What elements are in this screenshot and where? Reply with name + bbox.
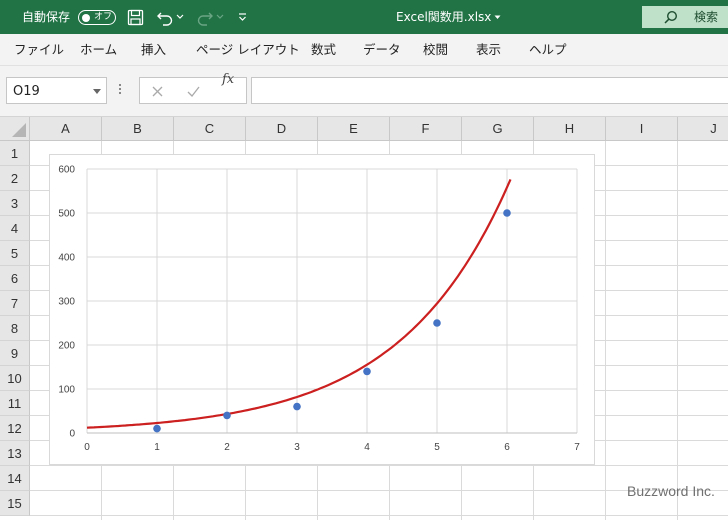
formula-bar: O19 fx <box>0 66 728 117</box>
x-tick-label: 2 <box>224 442 230 453</box>
x-tick-label: 5 <box>434 442 440 453</box>
x-tick-label: 4 <box>364 442 370 453</box>
row-header-7[interactable]: 7 <box>0 291 30 316</box>
row-header-3[interactable]: 3 <box>0 191 30 216</box>
enter-check-icon[interactable] <box>187 86 200 97</box>
data-point <box>223 411 231 420</box>
row-header-2[interactable]: 2 <box>0 166 30 191</box>
cancel-icon[interactable] <box>152 86 163 97</box>
customize-toolbar-icon[interactable] <box>238 12 247 22</box>
drag-handle-icon[interactable] <box>119 84 122 96</box>
y-tick-label: 100 <box>58 385 75 396</box>
data-point <box>153 424 161 433</box>
tab-review[interactable]: 校閲 <box>423 34 448 66</box>
tab-page-layout[interactable]: ページ レイアウト <box>196 34 300 66</box>
tab-insert[interactable]: 挿入 <box>141 34 166 66</box>
scatter-chart[interactable]: 0 100 200 300 400 500 600 0 1 2 3 4 5 6 7 <box>49 154 595 465</box>
column-header-i[interactable]: I <box>606 117 678 141</box>
select-all-icon <box>12 123 26 137</box>
title-bar: 自動保存 オフ Excel関数用.xlsx 検索 <box>0 0 728 34</box>
autosave-label: 自動保存 <box>22 10 71 24</box>
y-tick-label: 400 <box>58 253 75 264</box>
trendline <box>86 178 512 429</box>
x-tick-label: 1 <box>154 442 160 453</box>
redo-icon[interactable] <box>196 9 214 26</box>
search-icon <box>664 10 678 24</box>
row-header-8[interactable]: 8 <box>0 316 30 341</box>
tab-formulas[interactable]: 数式 <box>311 34 336 66</box>
toggle-knob <box>82 13 90 22</box>
save-icon[interactable] <box>127 9 144 26</box>
y-tick-label: 500 <box>58 209 75 220</box>
name-box-value: O19 <box>13 84 40 99</box>
row-header-11[interactable]: 11 <box>0 391 30 416</box>
toggle-state-label: オフ <box>94 12 113 22</box>
column-header-b[interactable]: B <box>102 117 174 141</box>
data-point <box>503 209 511 217</box>
column-header-c[interactable]: C <box>174 117 246 141</box>
watermark: Buzzword Inc. <box>627 483 715 499</box>
gridline <box>677 141 678 520</box>
row-header-1[interactable]: 1 <box>0 141 30 166</box>
x-tick-label: 0 <box>84 442 90 453</box>
row-header-4[interactable]: 4 <box>0 216 30 241</box>
row-header-10[interactable]: 10 <box>0 366 30 391</box>
search-box[interactable]: 検索 <box>642 6 728 28</box>
column-header-d[interactable]: D <box>246 117 318 141</box>
undo-dropdown-icon[interactable] <box>176 14 184 20</box>
name-box[interactable]: O19 <box>6 77 107 104</box>
formula-input[interactable] <box>251 77 728 104</box>
data-point <box>433 319 441 327</box>
data-point <box>293 402 301 411</box>
column-header-g[interactable]: G <box>462 117 534 141</box>
chart-plot: 0 100 200 300 400 500 600 0 1 2 3 4 5 6 7 <box>58 165 580 454</box>
column-header-j[interactable]: J <box>678 117 728 141</box>
tab-view[interactable]: 表示 <box>476 34 501 66</box>
search-label: 検索 <box>694 10 719 24</box>
column-header-f[interactable]: F <box>390 117 462 141</box>
insert-function-icon[interactable]: fx <box>222 66 234 93</box>
chevron-down-icon[interactable] <box>93 89 101 94</box>
undo-icon[interactable] <box>156 9 174 26</box>
row-header-9[interactable]: 9 <box>0 341 30 366</box>
row-header-15[interactable]: 15 <box>0 491 30 516</box>
row-header-13[interactable]: 13 <box>0 441 30 466</box>
redo-dropdown-icon[interactable] <box>216 14 224 20</box>
data-point <box>363 367 371 376</box>
autosave-toggle[interactable]: オフ <box>78 10 116 25</box>
x-tick-label: 3 <box>294 442 300 453</box>
column-header-a[interactable]: A <box>30 117 102 141</box>
x-tick-label: 6 <box>504 442 510 453</box>
column-header-h[interactable]: H <box>534 117 606 141</box>
row-header-14[interactable]: 14 <box>0 466 30 491</box>
tab-home[interactable]: ホーム <box>80 34 117 66</box>
x-tick-label: 7 <box>574 442 580 453</box>
row-header-5[interactable]: 5 <box>0 241 30 266</box>
gridline <box>605 141 606 520</box>
gridline <box>30 490 728 491</box>
row-header-12[interactable]: 12 <box>0 416 30 441</box>
worksheet-grid: A B C D E F G H I J 1 2 3 4 5 6 7 8 9 10… <box>0 117 728 520</box>
select-all-button[interactable] <box>0 117 30 141</box>
y-tick-label: 200 <box>58 341 75 352</box>
filename-title[interactable]: Excel関数用.xlsx <box>396 0 491 34</box>
column-header-e[interactable]: E <box>318 117 390 141</box>
y-tick-label: 300 <box>58 297 75 308</box>
filename-dropdown-icon[interactable] <box>494 15 501 20</box>
row-header-6[interactable]: 6 <box>0 266 30 291</box>
ribbon-tabs: ファイル ホーム 挿入 ページ レイアウト 数式 データ 校閲 表示 ヘルプ <box>0 34 728 66</box>
tab-data[interactable]: データ <box>363 34 401 66</box>
y-tick-label: 600 <box>58 165 75 176</box>
tab-file[interactable]: ファイル <box>14 34 64 66</box>
gridline <box>30 515 728 516</box>
y-tick-label: 0 <box>69 429 75 440</box>
tab-help[interactable]: ヘルプ <box>529 34 567 66</box>
